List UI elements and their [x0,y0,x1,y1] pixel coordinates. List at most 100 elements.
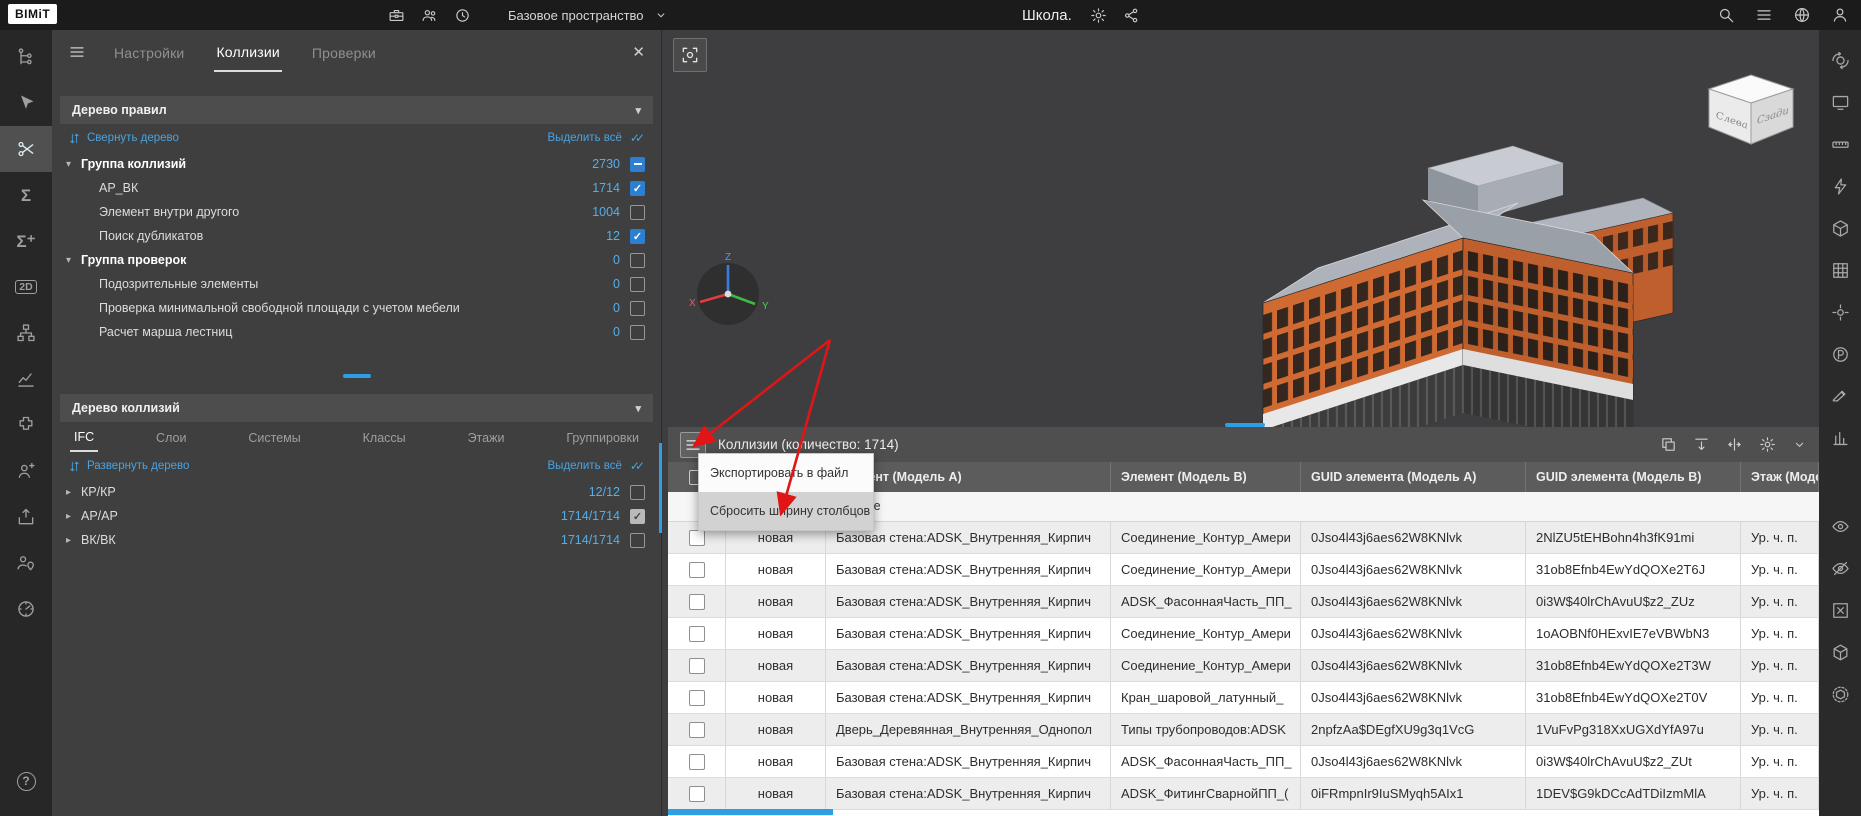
tool-cut-plane-icon[interactable] [1819,376,1861,416]
column-header[interactable]: Элемент (Модель B) [1111,462,1301,492]
close-panel-button[interactable]: ✕ [632,43,645,61]
tool-2d-icon[interactable]: 2D [0,264,52,310]
workspace-selector[interactable]: Базовое пространство [508,0,668,30]
row-checkbox[interactable] [689,626,705,642]
row-checkbox[interactable] [689,530,705,546]
table-row[interactable]: новаяБазовая стена:ADSK_Внутренняя_Кирпи… [668,746,1819,778]
checkbox[interactable] [630,485,645,500]
chevron-right-icon[interactable]: ▸ [66,511,81,522]
share-icon[interactable] [1123,7,1140,24]
ctree-tab-группировки[interactable]: Группировки [562,423,643,451]
history-icon[interactable] [454,7,471,24]
view-cube[interactable]: Слева Сзади [1703,72,1799,152]
table-row[interactable]: новаяБазовая стена:ADSK_Внутренняя_Кирпи… [668,682,1819,714]
tool-clash-icon[interactable] [0,126,52,172]
select-all-link[interactable]: Выделить всё ✓✓ [548,459,645,473]
row-checkbox[interactable] [689,690,705,706]
tool-section-plane-icon[interactable] [1819,250,1861,290]
chevron-right-icon[interactable]: ▸ [66,535,81,546]
user-icon[interactable] [1831,6,1849,24]
chevron-down-icon[interactable]: ▾ [66,255,81,266]
tool-profile-pin-icon[interactable] [0,540,52,586]
tab-настройки[interactable]: Настройки [112,33,186,71]
tool-sum-plus-icon[interactable]: Σ⁺ [0,218,52,264]
checkbox[interactable] [630,181,645,196]
tool-fit-view-icon[interactable] [1819,82,1861,122]
list-icon[interactable] [1755,6,1773,24]
row-checkbox[interactable] [689,786,705,802]
select-all-link[interactable]: Выделить всё ✓✓ [548,131,645,145]
tool-gauge-icon[interactable] [0,586,52,632]
table-row[interactable]: новаяБазовая стена:ADSK_Внутренняя_Кирпи… [668,650,1819,682]
fit-width-icon[interactable] [1726,436,1743,453]
tool-eye-icon[interactable] [1819,506,1861,546]
tool-scheme-icon[interactable] [0,310,52,356]
tab-проверки[interactable]: Проверки [310,33,378,71]
collisions-tree-header[interactable]: Дерево коллизий ▾ [60,394,653,422]
tool-section-box-icon[interactable] [1819,208,1861,248]
tree-item[interactable]: ▾Группа коллизий2730 [52,152,661,176]
row-checkbox[interactable] [689,562,705,578]
table-row[interactable]: новаяБазовая стена:ADSK_Внутренняя_Кирпи… [668,554,1819,586]
checkbox[interactable] [630,277,645,292]
section-resize-handle[interactable] [343,374,371,378]
checkbox[interactable] [630,533,645,548]
row-checkbox[interactable] [689,658,705,674]
search-icon[interactable] [1717,6,1735,24]
tool-cube-hidden-icon[interactable] [1819,674,1861,714]
row-checkbox[interactable] [689,722,705,738]
collapse-icon[interactable] [1792,437,1807,452]
context-menu-item[interactable]: Экспортировать в файл [699,454,873,492]
row-checkbox[interactable] [689,754,705,770]
ctree-tab-этажи[interactable]: Этажи [464,423,509,451]
toolbox-icon[interactable] [388,7,405,24]
tree-item[interactable]: ▸КР/КР12/12 [52,480,661,504]
table-settings-icon[interactable] [1759,436,1776,453]
ctree-tab-классы[interactable]: Классы [359,423,410,451]
tool-magnet-icon[interactable] [1819,166,1861,206]
chevron-right-icon[interactable]: ▸ [66,487,81,498]
column-header[interactable]: Этаж (Модель A) [1741,462,1819,492]
table-row[interactable]: новаяБазовая стена:ADSK_Внутренняя_Кирпи… [668,586,1819,618]
checkbox[interactable] [630,325,645,340]
context-menu-item[interactable]: Сбросить ширину столбцов [699,492,873,530]
collapse-tree-link[interactable]: Свернуть дерево [68,132,179,145]
column-header[interactable]: GUID элемента (Модель B) [1526,462,1741,492]
tree-item[interactable]: Элемент внутри другого1004 [52,200,661,224]
column-header[interactable]: GUID элемента (Модель A) [1301,462,1526,492]
tree-item[interactable]: ▸АР/АР1714/1714 [52,504,661,528]
chevron-down-icon[interactable]: ▾ [66,159,81,170]
tool-graph-icon[interactable] [0,356,52,402]
horizontal-scrollbar[interactable] [668,809,833,815]
tree-item[interactable]: Проверка минимальной свободной площади с… [52,296,661,320]
row-checkbox[interactable] [689,594,705,610]
tree-item[interactable]: ▸ВК/ВК1714/1714 [52,528,661,552]
checkbox[interactable] [630,253,645,268]
tree-item[interactable]: ▾Группа проверок0 [52,248,661,272]
tab-коллизии[interactable]: Коллизии [214,32,281,72]
fit-height-icon[interactable] [1693,436,1710,453]
tool-center-icon[interactable] [1819,292,1861,332]
tool-model-tree-icon[interactable] [0,34,52,80]
tool-levels-icon[interactable] [1819,418,1861,458]
ctree-tab-системы[interactable]: Системы [244,423,304,451]
ctree-tab-слои[interactable]: Слои [152,423,190,451]
checkbox[interactable] [630,509,645,524]
tool-cube-icon[interactable] [1819,632,1861,672]
expand-tree-link[interactable]: Развернуть дерево [68,460,189,473]
tool-plugins-icon[interactable] [0,402,52,448]
panel-menu-icon[interactable] [68,43,86,61]
table-row[interactable]: новаяБазовая стена:ADSK_Внутренняя_Кирпи… [668,778,1819,810]
tree-item[interactable]: Расчет марша лестниц0 [52,320,661,344]
tool-select-icon[interactable] [0,80,52,126]
tool-eye-off-icon[interactable] [1819,548,1861,588]
copy-table-icon[interactable] [1660,436,1677,453]
tool-parking-icon[interactable] [1819,334,1861,374]
axis-gizmo[interactable]: Z Y X [685,250,771,336]
app-logo[interactable]: BIMiT [8,4,57,24]
table-row[interactable]: новаяДверь_Деревянная_Внутренняя_Однопол… [668,714,1819,746]
tool-publish-icon[interactable] [0,494,52,540]
frame-view-button[interactable] [673,38,707,72]
globe-icon[interactable] [1793,6,1811,24]
tool-measure-icon[interactable] [1819,124,1861,164]
